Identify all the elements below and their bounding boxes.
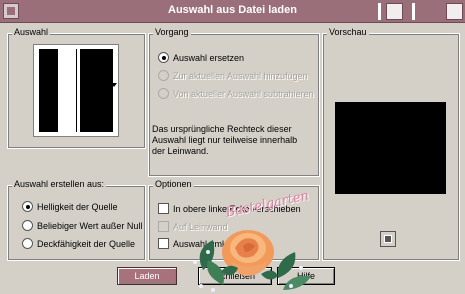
checkbox-icon[interactable] <box>158 203 169 214</box>
vorschau-group-label: Vorschau <box>327 27 369 37</box>
radio-button-icon[interactable] <box>158 52 169 63</box>
radio-label: Helligkeit der Quelle <box>37 201 118 212</box>
laden-button[interactable]: Laden <box>117 267 177 285</box>
vorschau-group: Vorschau <box>322 27 460 261</box>
vorgang-group-label: Vorgang <box>153 27 191 37</box>
chevron-down-icon[interactable] <box>111 83 117 87</box>
preview-image <box>335 102 446 194</box>
help-title-button[interactable] <box>386 3 403 20</box>
radio-button-icon[interactable] <box>22 201 33 212</box>
radio-button-icon <box>158 70 169 81</box>
radio-hinzufuegen: Zur aktuellen Auswahl hinzufügen <box>158 70 308 81</box>
radio-subtrahieren: Von aktueller Auswahl subtrahieren <box>158 88 314 99</box>
radio-auswahl-ersetzen[interactable]: Auswahl ersetzen <box>158 52 244 63</box>
vorgang-note: Das ursprüngliche Rechteck dieser Auswah… <box>152 124 298 156</box>
checkbox-icon[interactable] <box>158 238 169 249</box>
radio-deckfaehigkeit[interactable]: Deckfähigkeit der Quelle <box>22 238 135 249</box>
radio-label: Deckfähigkeit der Quelle <box>37 238 136 249</box>
close-title-button[interactable] <box>446 3 463 20</box>
thumbnail-stripe <box>77 49 80 132</box>
radio-beliebiger-wert[interactable]: Beliebiger Wert außer Null <box>22 220 142 231</box>
title-bar: Auswahl aus Datei laden <box>0 0 465 23</box>
thumbnail-image <box>39 49 113 132</box>
auswahl-group: Auswahl <box>7 27 146 149</box>
radio-label: Zur aktuellen Auswahl hinzufügen <box>173 70 308 81</box>
radio-button-icon[interactable] <box>22 238 33 249</box>
radio-label: Auswahl ersetzen <box>173 52 245 63</box>
radio-button-icon <box>158 88 169 99</box>
title-bar-separator <box>378 3 381 20</box>
erstellen-group: Auswahl erstellen aus: Helligkeit der Qu… <box>7 179 146 261</box>
radio-label: Von aktueller Auswahl subtrahieren <box>173 88 314 99</box>
radio-helligkeit[interactable]: Helligkeit der Quelle <box>22 201 118 212</box>
radio-button-icon[interactable] <box>22 220 33 231</box>
optionen-group-label: Optionen <box>153 179 194 189</box>
radio-label: Beliebiger Wert außer Null <box>37 220 143 231</box>
preview-zoom-icon[interactable] <box>380 231 396 247</box>
vorgang-group: Vorgang Auswahl ersetzen Zur aktuellen A… <box>148 27 320 177</box>
selection-thumbnail[interactable] <box>33 44 119 137</box>
checkbox-icon <box>158 221 169 232</box>
thumbnail-stripe <box>58 49 76 132</box>
title-bar-separator <box>412 3 415 20</box>
auswahl-group-label: Auswahl <box>12 27 51 37</box>
erstellen-group-label: Auswahl erstellen aus: <box>12 179 107 189</box>
